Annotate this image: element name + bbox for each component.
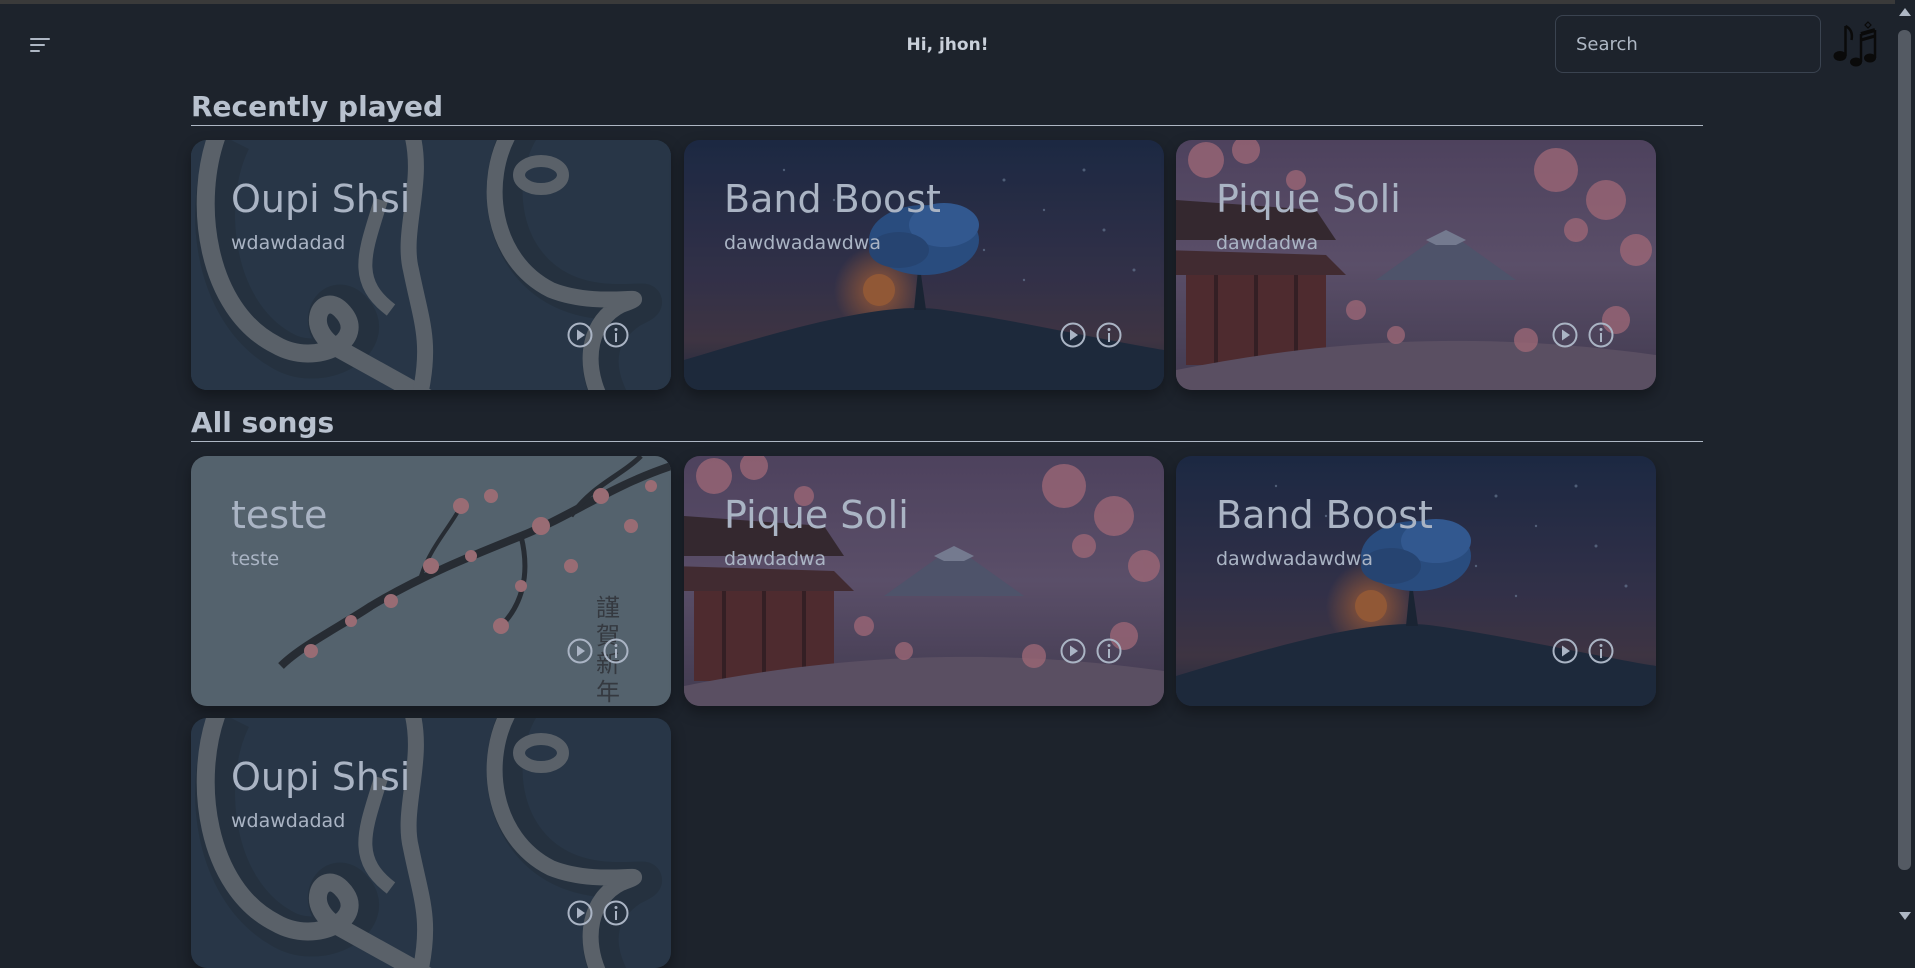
play-icon[interactable] [1060, 322, 1086, 348]
song-artist: dawdwadawdwa [724, 232, 881, 254]
song-card[interactable]: Pique Soli dawdadwa [684, 456, 1164, 706]
play-icon[interactable] [567, 638, 593, 664]
song-card[interactable]: Band Boost dawdwadawdwa [1176, 456, 1656, 706]
song-artist: wdawdadad [231, 810, 346, 832]
song-card[interactable]: Oupi Shsi wdawdadad [191, 718, 671, 968]
info-icon[interactable] [1588, 638, 1614, 664]
song-title: Band Boost [1216, 493, 1433, 537]
song-title: Oupi Shsi [231, 755, 411, 799]
song-title: Band Boost [724, 177, 941, 221]
info-icon[interactable] [603, 638, 629, 664]
play-icon[interactable] [1552, 638, 1578, 664]
song-card[interactable]: Band Boost dawdwadawdwa [684, 140, 1164, 390]
music-notes-icon[interactable] [1832, 18, 1878, 68]
info-icon[interactable] [1588, 322, 1614, 348]
search-input[interactable] [1556, 16, 1820, 72]
play-icon[interactable] [567, 322, 593, 348]
song-artist: teste [231, 548, 280, 570]
top-bar: Hi, jhon! [0, 0, 1895, 95]
song-artist: dawdadwa [1216, 232, 1319, 254]
song-card[interactable]: Oupi Shsi wdawdadad [191, 140, 671, 390]
info-icon[interactable] [1096, 638, 1122, 664]
song-artist: dawdadwa [724, 548, 827, 570]
section-title-recently-played: Recently played [191, 89, 1703, 126]
song-title: Pique Soli [1216, 177, 1401, 221]
play-icon[interactable] [1060, 638, 1086, 664]
play-icon[interactable] [567, 900, 593, 926]
scroll-down-arrow-icon[interactable] [1899, 912, 1911, 920]
info-icon[interactable] [603, 322, 629, 348]
song-artist: dawdwadawdwa [1216, 548, 1373, 570]
song-title: Oupi Shsi [231, 177, 411, 221]
info-icon[interactable] [603, 900, 629, 926]
search-field[interactable] [1555, 15, 1821, 73]
song-card[interactable]: 謹賀新年 teste teste [191, 456, 671, 706]
song-card[interactable]: Pique Soli dawdadwa [1176, 140, 1656, 390]
song-artist: wdawdadad [231, 232, 346, 254]
song-title: teste [231, 493, 328, 537]
section-title-all-songs: All songs [191, 405, 1703, 442]
scroll-up-arrow-icon[interactable] [1899, 8, 1911, 16]
play-icon[interactable] [1552, 322, 1578, 348]
scrollbar-thumb[interactable] [1898, 30, 1911, 870]
song-title: Pique Soli [724, 493, 909, 537]
vertical-scrollbar[interactable] [1895, 0, 1915, 926]
info-icon[interactable] [1096, 322, 1122, 348]
